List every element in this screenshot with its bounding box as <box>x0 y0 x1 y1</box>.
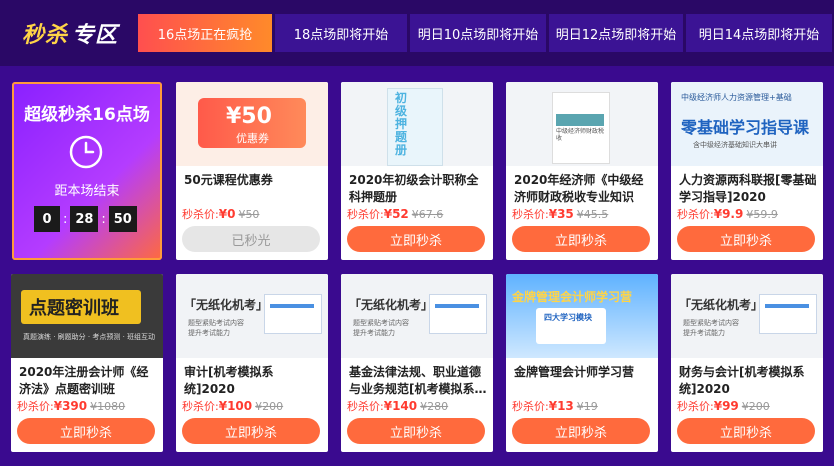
product-title: 2020年初级会计职称全科押题册 <box>349 173 479 204</box>
product-card[interactable]: 「无纸化机考」 题型紧贴考试内容 提升考试能力 基金法律法规、职业道德与业务规范… <box>341 274 493 452</box>
product-card[interactable]: 初级押题册 2020年初级会计职称全科押题册 秒杀价:¥52 ¥67.6 立即秒杀 <box>341 82 493 260</box>
product-image: 中级经济师人力资源管理+基础 零基础学习指导课 含中级经济基础知识大串讲 <box>671 82 823 166</box>
buy-now-button[interactable]: 立即秒杀 <box>347 418 485 444</box>
product-price: 秒杀价:¥140 ¥280 <box>347 399 449 413</box>
tab-16[interactable]: 16点场正在疯抢 <box>138 14 272 52</box>
product-card[interactable]: 金牌管理会计师学习营 四大学习模块 金牌管理会计师学习营 秒杀价:¥13 ¥19 … <box>506 274 658 452</box>
tab-label: 16点场正在疯抢 <box>157 27 253 43</box>
sold-out-button[interactable]: 已秒光 <box>182 226 320 252</box>
product-title: 财务与会计[机考模拟系统]2020 <box>679 365 805 396</box>
coupon-amount: ¥50 <box>226 104 272 129</box>
tab-tomorrow-10[interactable]: 明日10点场即将开始 <box>410 14 546 52</box>
product-price: 秒杀价:¥13 ¥19 <box>512 399 598 413</box>
product-price: 秒杀价:¥35 ¥45.5 <box>512 207 609 221</box>
product-title: 人力资源两科联报[零基础学习指导]2020 <box>679 173 817 204</box>
session-tabs: 16点场正在疯抢 18点场即将开始 明日10点场即将开始 明日12点场即将开始 … <box>138 14 832 52</box>
tab-label: 明日10点场即将开始 <box>417 27 539 43</box>
product-image: 金牌管理会计师学习营 四大学习模块 <box>506 274 658 358</box>
promo-subtitle: 距本场结束 <box>54 184 120 199</box>
product-title: 审计[机考模拟系统]2020 <box>184 365 274 396</box>
product-title: 基金法律法规、职业道德与业务规范[机考模拟系… <box>349 365 487 396</box>
banner-main-text: 零基础学习指导课 <box>681 118 810 137</box>
tab-18[interactable]: 18点场即将开始 <box>275 14 407 52</box>
logo-part2: 专区 <box>72 23 119 48</box>
buy-now-button[interactable]: 立即秒杀 <box>677 226 815 252</box>
product-card[interactable]: 点题密训班 真题演练 · 刷题助分 · 考点预测 · 班组互动 2020年注册会… <box>11 274 163 452</box>
product-title: 50元课程优惠券 <box>184 173 273 187</box>
buy-now-button[interactable]: 立即秒杀 <box>512 418 650 444</box>
product-card[interactable]: 中级经济师财政税收 2020年经济师《中级经济师财政税收专业知识与… 秒杀价:¥… <box>506 82 658 260</box>
tab-tomorrow-12[interactable]: 明日12点场即将开始 <box>549 14 683 52</box>
promo-card: 超级秒杀16点场 距本场结束 0 : 28 : 50 <box>12 82 162 260</box>
buy-now-button[interactable]: 立即秒杀 <box>17 418 155 444</box>
banner-sub-text: 四大学习模块 <box>544 313 592 322</box>
product-card[interactable]: 中级经济师人力资源管理+基础 零基础学习指导课 含中级经济基础知识大串讲 人力资… <box>671 82 823 260</box>
timer-hours: 0 <box>34 206 60 232</box>
product-image: 「无纸化机考」 题型紧贴考试内容 提升考试能力 <box>341 274 493 358</box>
buy-now-button[interactable]: 立即秒杀 <box>677 418 815 444</box>
product-price: 秒杀价:¥390 ¥1080 <box>17 399 126 413</box>
tab-label: 明日12点场即将开始 <box>555 27 677 43</box>
logo: 秒杀 专区 <box>22 14 118 52</box>
product-image: 「无纸化机考」 题型紧贴考试内容 提升考试能力 <box>176 274 328 358</box>
product-title: 2020年注册会计师《经济法》点题密训班 <box>19 365 149 396</box>
product-image: 中级经济师财政税收 <box>506 82 658 166</box>
tab-tomorrow-14[interactable]: 明日14点场即将开始 <box>686 14 832 52</box>
banner-main-text: 点题密训班 <box>29 298 119 319</box>
buy-now-button[interactable]: 立即秒杀 <box>512 226 650 252</box>
banner-main-text: 「无纸化机考」 <box>679 298 764 312</box>
product-title: 2020年经济师《中级经济师财政税收专业知识与… <box>514 173 644 204</box>
banner-sub-text: 题型紧贴考试内容 提升考试能力 <box>188 319 244 337</box>
coupon-label: 优惠券 <box>236 132 269 145</box>
banner-main-text: 「无纸化机考」 <box>349 298 434 312</box>
tab-label: 18点场即将开始 <box>293 27 389 43</box>
timer-minutes: 28 <box>70 206 99 232</box>
product-card[interactable]: 「无纸化机考」 题型紧贴考试内容 提升考试能力 审计[机考模拟系统]2020 秒… <box>176 274 328 452</box>
logo-part1: 秒杀 <box>22 23 69 48</box>
product-image: 点题密训班 真题演练 · 刷题助分 · 考点预测 · 班组互动 <box>11 274 163 358</box>
product-image: ¥50 优惠券 <box>176 82 328 166</box>
promo-title: 超级秒杀16点场 <box>24 105 150 125</box>
banner-top-text: 中级经济师人力资源管理+基础 <box>681 93 792 102</box>
product-image: 「无纸化机考」 题型紧贴考试内容 提升考试能力 <box>671 274 823 358</box>
product-price: 秒杀价:¥52 ¥67.6 <box>347 207 444 221</box>
buy-now-button[interactable]: 立即秒杀 <box>182 418 320 444</box>
buy-now-button[interactable]: 立即秒杀 <box>347 226 485 252</box>
product-price: 秒杀价:¥100 ¥200 <box>182 399 284 413</box>
top-bar: 秒杀 专区 16点场正在疯抢 18点场即将开始 明日10点场即将开始 明日12点… <box>0 0 834 66</box>
book-cover-text: 中级经济师财政税收 <box>556 128 605 142</box>
banner-sub-text: 题型紧贴考试内容 提升考试能力 <box>683 319 739 337</box>
book-cover-text: 初级押题册 <box>395 91 408 157</box>
banner-sub-text: 含中级经济基础知识大串讲 <box>693 141 777 149</box>
banner-main-text: 「无纸化机考」 <box>184 298 269 312</box>
banner-main-text: 金牌管理会计师学习营 <box>512 290 633 304</box>
product-card[interactable]: ¥50 优惠券 50元课程优惠券 秒杀价:¥0 ¥50 已秒光 <box>176 82 328 260</box>
product-price: 秒杀价:¥9.9 ¥59.9 <box>677 207 778 221</box>
banner-sub-text: 题型紧贴考试内容 提升考试能力 <box>353 319 409 337</box>
clock-icon <box>69 135 103 169</box>
countdown-timer: 0 : 28 : 50 <box>34 206 137 232</box>
product-card[interactable]: 「无纸化机考」 题型紧贴考试内容 提升考试能力 财务与会计[机考模拟系统]202… <box>671 274 823 452</box>
product-title: 金牌管理会计师学习营 <box>514 365 635 379</box>
timer-seconds: 50 <box>108 206 137 232</box>
product-price: 秒杀价:¥0 ¥50 <box>182 207 260 221</box>
product-image: 初级押题册 <box>341 82 493 166</box>
tab-label: 明日14点场即将开始 <box>698 27 820 43</box>
product-price: 秒杀价:¥99 ¥200 <box>677 399 770 413</box>
banner-sub-text: 真题演练 · 刷题助分 · 考点预测 · 班组互动 <box>23 333 156 341</box>
